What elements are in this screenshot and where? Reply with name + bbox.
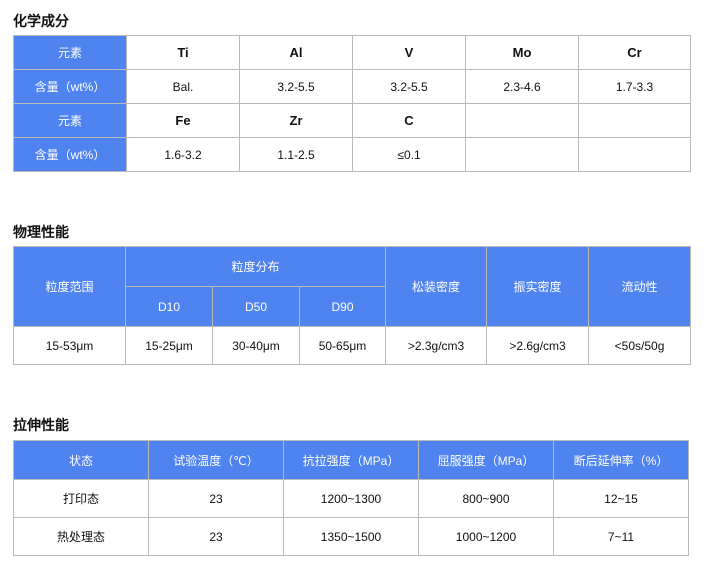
tensile-header-row: 状态 试验温度（℃） 抗拉强度（MPa） 屈服强度（MPa） 断后延伸率（%）: [13, 440, 689, 480]
composition-title: 化学成分: [13, 13, 69, 29]
cell-elongation: 12~15: [553, 479, 689, 518]
header-d50: D50: [212, 286, 300, 327]
composition-row-values-1: 含量（wt%） Bal. 3.2-5.5 3.2-5.5 2.3-4.6 1.7…: [13, 69, 691, 104]
value-d90: 50-65μm: [298, 326, 387, 365]
content-label: 含量（wt%）: [13, 137, 127, 172]
composition-table: 元素 Ti Al V Mo Cr 含量（wt%） Bal. 3.2-5.5 3.…: [13, 35, 691, 172]
table-row: 热处理态 23 1350~1500 1000~1200 7~11: [13, 517, 689, 556]
value-apparent-density: >2.3g/cm3: [385, 326, 488, 365]
cell-test-temperature: 23: [148, 517, 284, 556]
header-d90: D90: [298, 286, 387, 327]
header-yield-strength: 屈服强度（MPa）: [418, 440, 554, 480]
cell-tensile-strength: 1350~1500: [283, 517, 419, 556]
content-value: 1.7-3.3: [578, 69, 691, 104]
element-label: 元素: [13, 103, 127, 138]
element-cell: Al: [239, 35, 353, 70]
element-cell: Mo: [465, 35, 579, 70]
content-value: 1.1-2.5: [239, 137, 353, 172]
header-particle-range: 粒度范围: [13, 246, 126, 327]
content-value: 3.2-5.5: [352, 69, 466, 104]
value-d10: 15-25μm: [125, 326, 213, 365]
cell-tensile-strength: 1200~1300: [283, 479, 419, 518]
tensile-title: 拉伸性能: [13, 417, 69, 433]
element-label: 元素: [13, 35, 127, 70]
header-elongation: 断后延伸率（%）: [553, 440, 689, 480]
content-value: 2.3-4.6: [465, 69, 579, 104]
element-cell: V: [352, 35, 466, 70]
content-value: ≤0.1: [352, 137, 466, 172]
element-cell: Ti: [126, 35, 240, 70]
value-d50: 30-40μm: [212, 326, 300, 365]
cell-state: 打印态: [13, 479, 149, 518]
header-d10: D10: [125, 286, 213, 327]
physical-title: 物理性能: [13, 224, 69, 240]
empty-cell: [465, 137, 579, 172]
empty-cell: [578, 137, 691, 172]
header-test-temperature: 试验温度（℃）: [148, 440, 284, 480]
value-tap-density: >2.6g/cm3: [486, 326, 590, 365]
header-particle-distribution: 粒度分布: [124, 246, 387, 287]
physical-value-row: 15-53μm 15-25μm 30-40μm 50-65μm >2.3g/cm…: [13, 326, 692, 365]
value-particle-range: 15-53μm: [13, 326, 126, 365]
composition-row-elements-2: 元素 Fe Zr C: [13, 103, 691, 138]
content-value: 1.6-3.2: [126, 137, 240, 172]
physical-table: 粒度范围 粒度分布 松装密度 振实密度 流动性 D10 D50 D90 15-5…: [13, 246, 692, 365]
element-cell: C: [352, 103, 466, 138]
cell-elongation: 7~11: [553, 517, 689, 556]
header-state: 状态: [13, 440, 149, 480]
header-tap-density: 振实密度: [486, 246, 590, 327]
empty-cell: [578, 103, 691, 138]
composition-row-elements-1: 元素 Ti Al V Mo Cr: [13, 35, 691, 70]
element-cell: Zr: [239, 103, 353, 138]
header-apparent-density: 松装密度: [385, 246, 488, 327]
empty-cell: [465, 103, 579, 138]
element-cell: Cr: [578, 35, 691, 70]
element-cell: Fe: [126, 103, 240, 138]
table-row: 打印态 23 1200~1300 800~900 12~15: [13, 479, 689, 518]
cell-state: 热处理态: [13, 517, 149, 556]
composition-row-values-2: 含量（wt%） 1.6-3.2 1.1-2.5 ≤0.1: [13, 137, 691, 172]
header-tensile-strength: 抗拉强度（MPa）: [283, 440, 419, 480]
value-flowability: <50s/50g: [588, 326, 692, 365]
cell-yield-strength: 800~900: [418, 479, 554, 518]
content-value: Bal.: [126, 69, 240, 104]
content-label: 含量（wt%）: [13, 69, 127, 104]
cell-yield-strength: 1000~1200: [418, 517, 554, 556]
cell-test-temperature: 23: [148, 479, 284, 518]
content-value: 3.2-5.5: [239, 69, 353, 104]
physical-header-row-1: 粒度范围 粒度分布 松装密度 振实密度 流动性: [13, 246, 692, 327]
tensile-table: 状态 试验温度（℃） 抗拉强度（MPa） 屈服强度（MPa） 断后延伸率（%） …: [13, 440, 689, 556]
header-flowability: 流动性: [588, 246, 692, 327]
